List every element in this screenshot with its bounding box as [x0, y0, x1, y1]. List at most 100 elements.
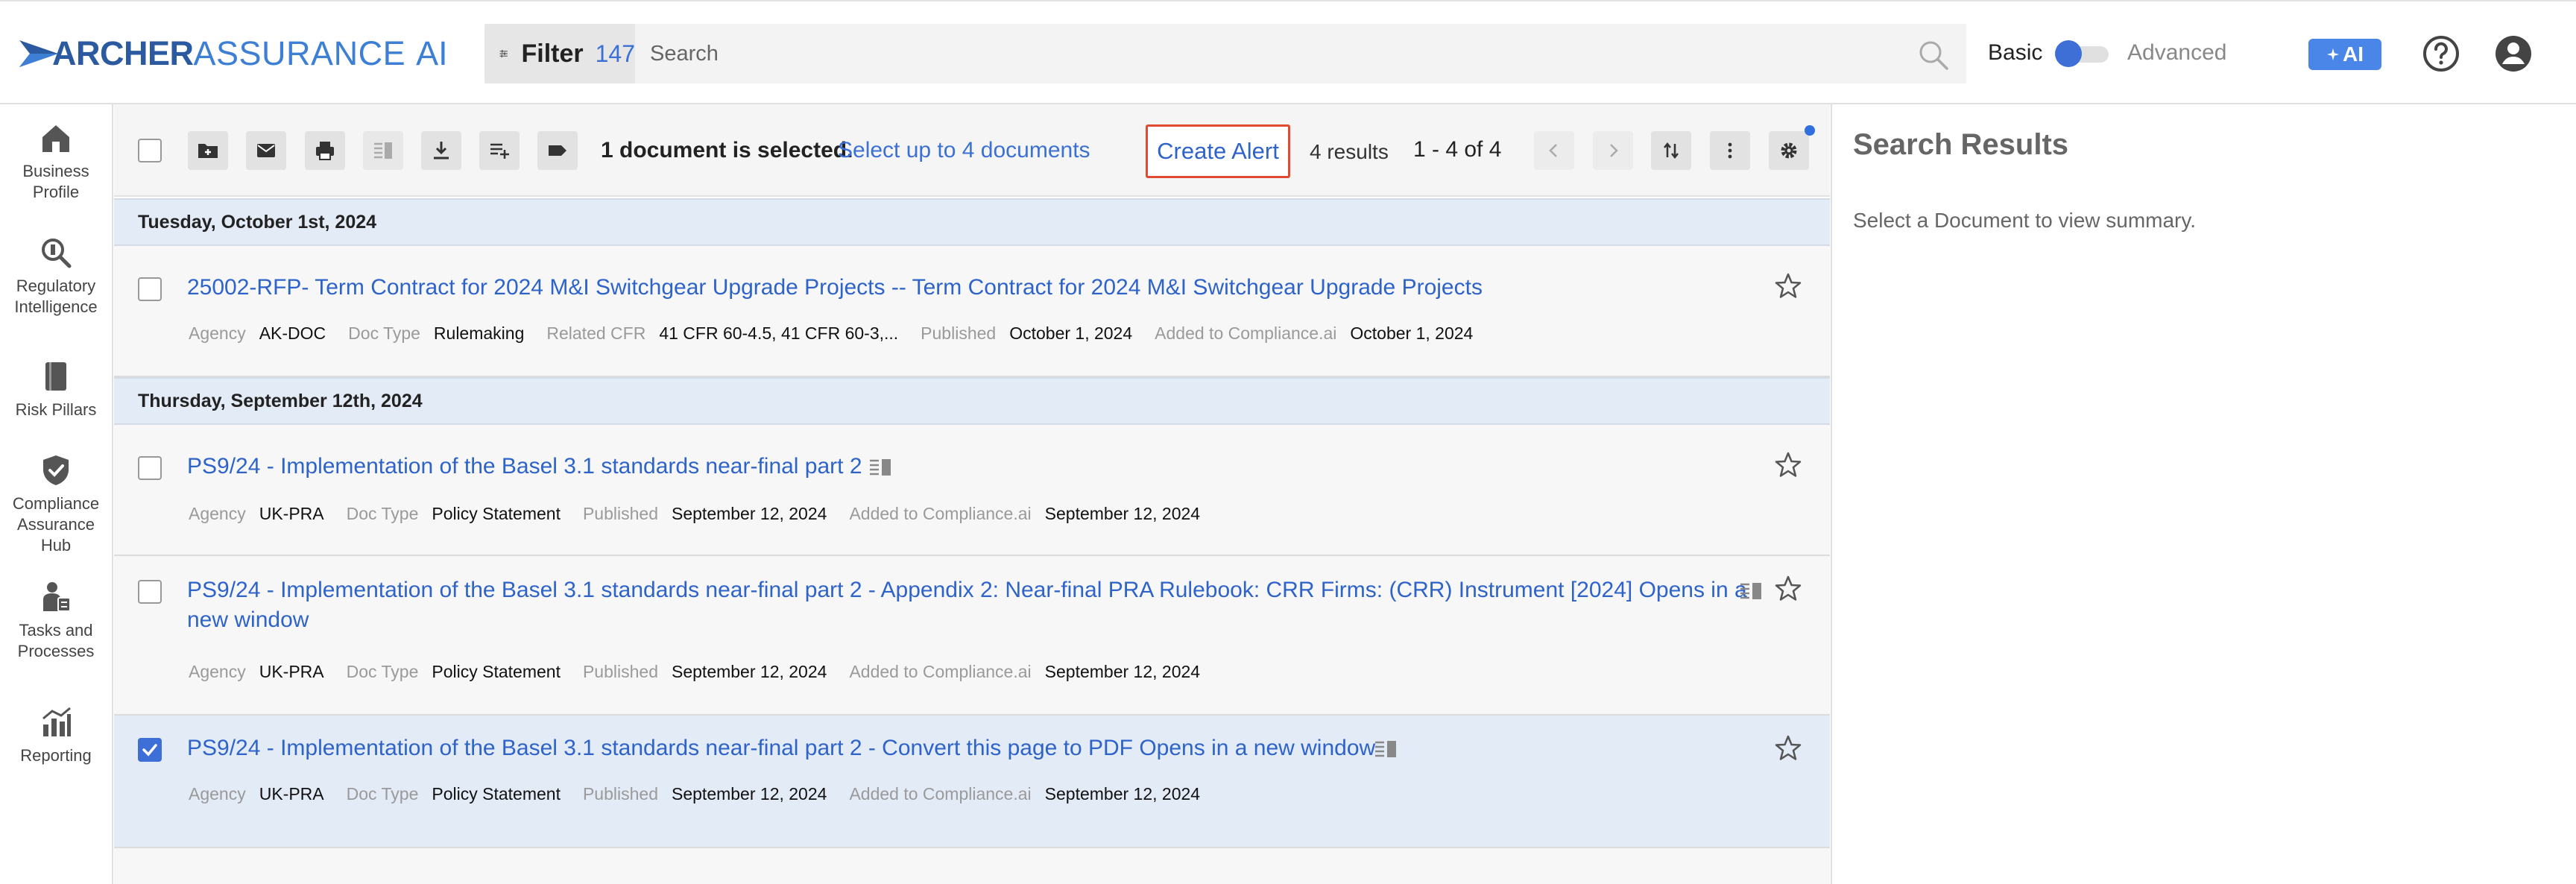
download-icon: [434, 142, 449, 160]
more-options-button[interactable]: [1710, 131, 1750, 170]
document-meta: Agency UK-PRA Doc Type Policy Statement …: [189, 784, 1222, 804]
ai-button[interactable]: AI: [2308, 39, 2381, 70]
search-input[interactable]: [650, 41, 1843, 66]
summary-button[interactable]: [363, 131, 403, 170]
document-title-link[interactable]: PS9/24 - Implementation of the Basel 3.1…: [187, 575, 1747, 605]
added-value: September 12, 2024: [1044, 784, 1201, 804]
results-list: Tuesday, October 1st, 2024 25002-RFP- Te…: [114, 198, 1830, 884]
help-icon[interactable]: [2422, 34, 2460, 73]
published-value: October 1, 2024: [1009, 323, 1133, 343]
document-checkbox[interactable]: [138, 277, 162, 301]
added-value: September 12, 2024: [1044, 662, 1201, 681]
user-account-icon[interactable]: [2494, 34, 2533, 73]
document-title-link[interactable]: 25002-RFP- Term Contract for 2024 M&I Sw…: [187, 273, 1483, 303]
sparkle-icon: [2326, 48, 2340, 61]
print-button[interactable]: [305, 131, 345, 170]
document-row[interactable]: PS9/24 - Implementation of the Basel 3.1…: [114, 425, 1830, 556]
star-icon[interactable]: [1773, 574, 1803, 604]
summary-panel: Search Results Select a Document to view…: [1831, 104, 2576, 884]
related-cfr-label: Related CFR: [546, 323, 646, 343]
doc-type-label: Doc Type: [346, 662, 419, 681]
playlist-add-icon: [490, 143, 509, 159]
shield-check-icon: [43, 455, 69, 485]
published-label: Published: [921, 323, 997, 343]
panel-title: Search Results: [1853, 128, 2069, 161]
document-row[interactable]: 25002-RFP- Term Contract for 2024 M&I Sw…: [114, 246, 1830, 377]
doc-type-value: Rulemaking: [433, 323, 525, 343]
star-icon[interactable]: [1773, 733, 1803, 763]
document-checkbox[interactable]: [138, 580, 162, 604]
nav-label: Risk Pillars: [15, 400, 97, 419]
filter-label: Filter: [521, 39, 584, 68]
search-icon: [42, 239, 72, 268]
document-meta: Agency UK-PRA Doc Type Policy Statement …: [189, 662, 1222, 682]
nav-item-risk-pillars[interactable]: Risk Pillars: [0, 359, 112, 420]
nav-label: Business Profile: [22, 162, 89, 201]
chart-icon: [42, 707, 71, 736]
next-page-button[interactable]: [1593, 131, 1633, 170]
nav-item-reporting[interactable]: Reporting: [0, 705, 112, 766]
doc-type-value: Policy Statement: [432, 504, 561, 523]
document-checkbox[interactable]: [138, 456, 162, 480]
added-value: September 12, 2024: [1044, 504, 1201, 523]
doc-type-label: Doc Type: [348, 323, 420, 343]
document-title-link-continued[interactable]: new window: [187, 605, 309, 635]
building-icon: [42, 125, 69, 152]
basic-mode-label: Basic: [1988, 40, 2043, 65]
agency-label: Agency: [189, 662, 246, 681]
nav-item-business-profile[interactable]: Business Profile: [0, 121, 112, 203]
document-row[interactable]: PS9/24 - Implementation of the Basel 3.1…: [114, 556, 1830, 716]
summary-icon[interactable]: [1739, 578, 1764, 604]
previous-page-button[interactable]: [1534, 131, 1574, 170]
sort-button[interactable]: [1651, 131, 1691, 170]
star-icon[interactable]: [1773, 271, 1803, 301]
chevron-left-icon: [1549, 144, 1557, 157]
download-button[interactable]: [421, 131, 461, 170]
select-all-checkbox[interactable]: [138, 139, 162, 162]
notification-dot: [1805, 125, 1815, 136]
star-icon[interactable]: [1773, 450, 1803, 480]
summary-icon[interactable]: [868, 455, 894, 480]
agency-label: Agency: [189, 504, 246, 523]
added-label: Added to Compliance.ai: [1155, 323, 1337, 343]
agency-value: AK-DOC: [259, 323, 326, 343]
summary-icon[interactable]: [1374, 736, 1399, 762]
results-toolbar: 1 document is selected. Select up to 4 d…: [114, 104, 1830, 197]
add-to-folder-button[interactable]: [188, 131, 228, 170]
added-label: Added to Compliance.ai: [849, 662, 1032, 681]
email-button[interactable]: [246, 131, 286, 170]
document-checkbox-checked[interactable]: [138, 738, 162, 762]
more-vertical-icon: [1728, 142, 1732, 159]
toggle-knob: [2055, 40, 2082, 67]
checkmark-icon: [142, 744, 157, 757]
advanced-mode-label: Advanced: [2127, 40, 2227, 65]
filter-button[interactable]: Filter 147: [484, 24, 635, 83]
nav-label: Reporting: [20, 746, 92, 765]
ai-button-label: AI: [2343, 42, 2364, 66]
document-title-link[interactable]: PS9/24 - Implementation of the Basel 3.1…: [187, 733, 1375, 763]
doc-type-value: Policy Statement: [432, 662, 561, 681]
add-to-list-button[interactable]: [479, 131, 520, 170]
nav-item-regulatory-intelligence[interactable]: Regulatory Intelligence: [0, 236, 112, 318]
agency-value: UK-PRA: [259, 784, 324, 804]
doc-type-label: Doc Type: [346, 784, 419, 804]
select-up-to-link[interactable]: Select up to 4 documents: [838, 138, 1090, 163]
search-icon[interactable]: [1917, 39, 1950, 72]
agency-value: UK-PRA: [259, 504, 324, 523]
document-title-link[interactable]: PS9/24 - Implementation of the Basel 3.1…: [187, 452, 862, 482]
email-icon: [257, 144, 275, 157]
search-mode-toggle[interactable]: [2055, 40, 2110, 67]
create-alert-button[interactable]: Create Alert: [1146, 124, 1290, 178]
label-button[interactable]: [537, 131, 578, 170]
document-row-selected[interactable]: PS9/24 - Implementation of the Basel 3.1…: [114, 716, 1830, 848]
settings-button[interactable]: [1769, 125, 1815, 170]
logo-ai-text: AI: [416, 34, 448, 72]
nav-label: Tasks and Processes: [17, 621, 95, 660]
archer-logo[interactable]: ARCHER ASSURANCE AI: [19, 33, 448, 75]
filter-count-badge: 147: [595, 40, 635, 67]
nav-item-tasks-and-processes[interactable]: Tasks and Processes: [0, 580, 112, 662]
date-group-header: Thursday, September 12th, 2024: [114, 377, 1830, 425]
top-header: ARCHER ASSURANCE AI Filter 147 Basic Ad: [0, 0, 2576, 104]
filter-sliders-icon: [499, 49, 508, 58]
nav-item-compliance-assurance-hub[interactable]: Compliance Assurance Hub: [0, 453, 112, 556]
